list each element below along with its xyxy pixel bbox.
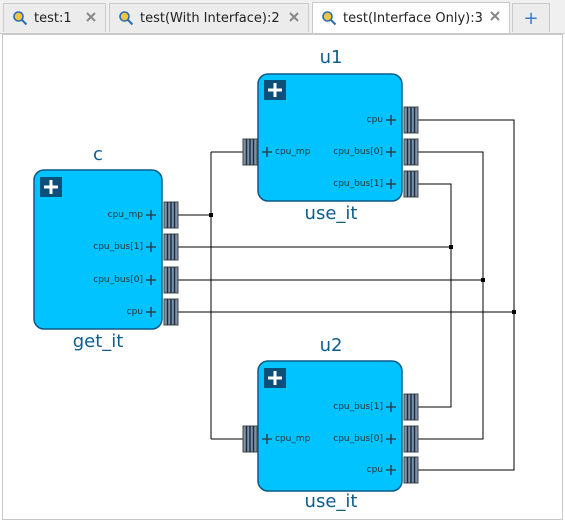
junction-dot — [449, 245, 453, 249]
port-label: cpu_bus[1] — [333, 179, 383, 189]
port-label: cpu_bus[0] — [93, 275, 143, 285]
junction-dot — [481, 278, 485, 282]
port-label: cpu_mp — [108, 210, 144, 220]
expand-icon[interactable] — [40, 177, 62, 197]
port-label: cpu_mp — [275, 147, 311, 157]
port-label: cpu — [127, 307, 143, 317]
schematic-diagram: c get_it cpu_mp cpu_bus[1] cpu_bus[0] cp… — [33, 47, 516, 512]
module-name: get_it — [73, 331, 124, 352]
expand-icon[interactable] — [264, 368, 286, 388]
port-label: cpu_bus[0] — [333, 434, 383, 444]
junction-dot — [209, 213, 213, 217]
port-label: cpu_bus[0] — [333, 147, 383, 157]
bus-port-connectors[interactable] — [163, 201, 179, 326]
expand-icon[interactable] — [264, 80, 286, 100]
port-label: cpu — [367, 465, 383, 475]
block-u2[interactable]: u2 use_it cpu_mp cpu_bus[1] cpu_bus[0] c… — [242, 335, 419, 512]
port-label: cpu_bus[1] — [333, 402, 383, 412]
instance-name: u1 — [320, 47, 343, 68]
junctions — [209, 213, 516, 314]
junction-dot — [512, 310, 516, 314]
module-name: use_it — [305, 203, 358, 224]
port-label: cpu_bus[1] — [93, 242, 143, 252]
port-label: cpu — [367, 115, 383, 125]
wire-cpu-mp — [178, 151, 243, 440]
port-label: cpu_mp — [275, 434, 311, 444]
instance-name: c — [93, 144, 103, 165]
module-name: use_it — [305, 491, 358, 512]
block-u1[interactable]: u1 use_it cpu_mp cpu cpu_bus[0] cpu_bus[… — [242, 47, 419, 224]
instance-name: u2 — [320, 335, 343, 356]
block-c[interactable]: c get_it cpu_mp cpu_bus[1] cpu_bus[0] cp… — [33, 144, 179, 352]
